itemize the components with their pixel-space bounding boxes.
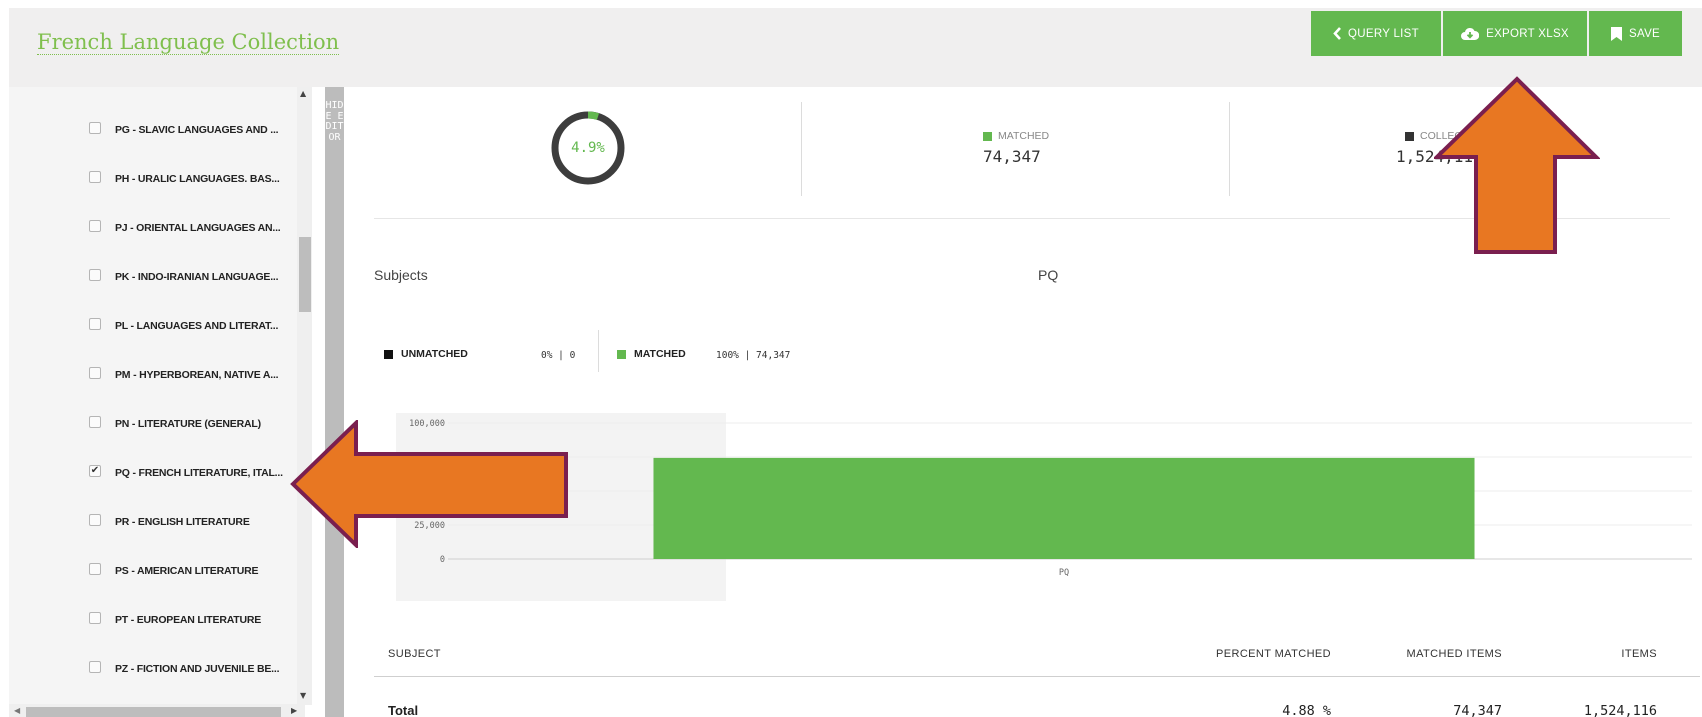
sidebar-vertical-scrollbar[interactable]: ▲ ▼ [297,87,312,705]
subject-label: PG - SLAVIC LANGUAGES AND ... [115,124,279,136]
stat-divider [1229,102,1230,196]
subject-label: PM - HYPERBOREAN, NATIVE A... [115,369,279,381]
sidebar-item[interactable]: PS - AMERICAN LITERATURE [9,555,295,585]
subject-checkbox[interactable] [89,269,101,281]
table-cell-matched: 74,347 [1453,703,1502,717]
export-xlsx-button[interactable]: EXPORT XLSX [1443,11,1587,56]
legend-unmatched-value: 0% | 0 [541,350,576,361]
subject-checkbox[interactable] [89,661,101,673]
subject-label: PS - AMERICAN LITERATURE [115,565,259,577]
collection-title-link[interactable]: French Language Collection [37,30,340,56]
selected-subject-heading: PQ [1038,267,1059,283]
y-tick-label: 0 [440,555,445,565]
subject-label: PR - ENGLISH LITERATURE [115,516,250,528]
matched-stat-value: 74,347 [983,147,1041,166]
matched-stat-text: MATCHED [998,130,1050,142]
hide-editor-toggle[interactable]: HIDE EDITOR [325,87,344,717]
legend-unmatched-label: UNMATCHED [401,348,468,360]
table-column-header[interactable]: MATCHED ITEMS [1407,648,1502,660]
subject-checkbox[interactable] [89,612,101,624]
percent-matched-value: 4.9% [571,140,605,156]
x-tick-label: PQ [1059,568,1069,578]
table-cell-subject: Total [388,703,419,717]
sidebar-item[interactable]: PK - INDO-IRANIAN LANGUAGE... [9,261,295,291]
hide-editor-label: HIDE EDITOR [325,100,344,143]
subject-label: PQ - FRENCH LITERATURE, ITAL... [115,467,283,479]
sidebar-horizontal-scrollbar[interactable]: ◀ ▶ [9,704,305,717]
sidebar-item[interactable]: PZ - FICTION AND JUVENILE BE... [9,653,295,683]
sidebar-item[interactable]: PJ - ORIENTAL LANGUAGES AN... [9,212,295,242]
bookmark-icon [1610,26,1622,41]
bar-pq[interactable] [653,457,1475,559]
subject-checkbox[interactable] [89,318,101,330]
subjects-bar-chart: 025,00050,00075,000100,000PQ [409,419,1692,578]
subject-sidebar: PG - SLAVIC LANGUAGES AND ... PH - URALIC… [9,87,305,717]
subject-label: PK - INDO-IRANIAN LANGUAGE... [115,271,279,283]
legend-matched: MATCHED [617,348,686,360]
collection-swatch [1405,131,1414,141]
matched-swatch [983,131,992,141]
scroll-right-arrow-icon[interactable]: ▶ [291,706,297,715]
subject-checkbox[interactable] [89,171,101,183]
unmatched-swatch [384,349,393,359]
scroll-up-arrow-icon[interactable]: ▲ [300,89,306,98]
cloud-download-icon [1461,27,1480,40]
save-label: SAVE [1628,27,1661,40]
sidebar-item[interactable]: PL - LANGUAGES AND LITERAT... [9,310,295,340]
subject-label: PT - EUROPEAN LITERATURE [115,614,262,626]
legend-matched-value: 100% | 74,347 [716,350,791,361]
subject-label: PH - URALIC LANGUAGES. BAS... [115,173,280,185]
legend-divider [598,330,599,372]
annotation-arrow-left [290,420,568,548]
subject-checkbox[interactable]: ✔ [89,465,101,477]
scroll-down-arrow-icon[interactable]: ▼ [300,691,306,700]
sidebar-item[interactable]: PT - EUROPEAN LITERATURE [9,604,295,634]
legend-matched-label: MATCHED [634,348,686,360]
sidebar-item[interactable]: PM - HYPERBOREAN, NATIVE A... [9,359,295,389]
table-column-header[interactable]: PERCENT MATCHED [1216,648,1331,660]
vertical-scroll-thumb[interactable] [299,237,311,312]
save-button[interactable]: SAVE [1589,11,1682,56]
subject-checkbox[interactable] [89,514,101,526]
table-column-header[interactable]: SUBJECT [388,648,441,660]
legend-matched-swatch [617,349,626,359]
subject-label: PJ - ORIENTAL LANGUAGES AN... [115,222,281,234]
subject-checkbox[interactable] [89,416,101,428]
scroll-left-arrow-icon[interactable]: ◀ [14,706,20,715]
subject-label: PZ - FICTION AND JUVENILE BE... [115,663,280,675]
subject-checkbox[interactable] [89,563,101,575]
table-cell-percent: 4.88 % [1282,703,1331,717]
table-column-header[interactable]: ITEMS [1621,648,1657,660]
annotation-arrow-up [1434,76,1600,254]
table-header-divider [374,676,1700,677]
sidebar-item[interactable]: PR - ENGLISH LITERATURE [9,506,295,536]
subject-checkbox[interactable] [89,367,101,379]
subject-checkbox[interactable] [89,220,101,232]
legend-unmatched: UNMATCHED [384,348,468,360]
stat-divider [801,102,802,196]
matched-stat-label: MATCHED [983,130,1049,142]
sidebar-item[interactable]: PG - SLAVIC LANGUAGES AND ... [9,114,295,144]
sidebar-item[interactable]: PN - LITERATURE (GENERAL) [9,408,295,438]
sidebar-item[interactable]: ✔ PQ - FRENCH LITERATURE, ITAL... [9,457,295,487]
horizontal-scroll-thumb[interactable] [26,707,281,717]
table-cell-items: 1,524,116 [1583,703,1657,717]
subjects-heading: Subjects [374,267,428,283]
sidebar-item[interactable]: PH - URALIC LANGUAGES. BAS... [9,163,295,193]
subject-checkbox[interactable] [89,122,101,134]
subject-label: PN - LITERATURE (GENERAL) [115,418,261,430]
export-xlsx-label: EXPORT XLSX [1486,27,1569,40]
query-list-button[interactable]: QUERY LIST [1311,11,1441,56]
chevron-left-icon [1333,27,1341,40]
subject-label: PL - LANGUAGES AND LITERAT... [115,320,279,332]
query-list-label: QUERY LIST [1348,27,1419,40]
